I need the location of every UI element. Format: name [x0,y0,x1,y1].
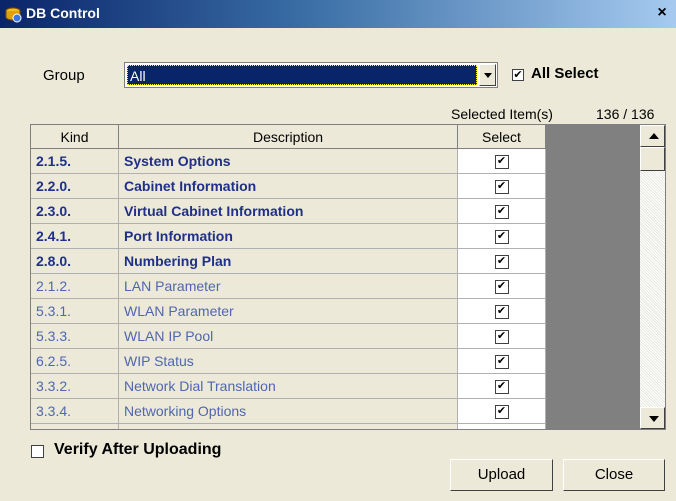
items-table: Kind Description Select 2.1.5. System Opt… [30,124,666,430]
row-select-checkbox[interactable]: ✔ [494,380,509,395]
row-select-checkbox[interactable]: ✔ [494,305,509,320]
all-select-checkbox[interactable]: ✔ [512,69,524,81]
row-select-cell: ✔ [458,174,546,199]
select-column-header[interactable]: Select [458,125,546,149]
row-description: WLAN IP Pool [119,324,458,349]
row-select-checkbox[interactable]: ✔ [494,280,509,295]
row-select-checkbox[interactable]: ✔ [494,255,509,270]
row-select-cell: ✔ [458,299,546,324]
description-column-header[interactable]: Description [119,125,458,149]
row-select-checkbox[interactable]: ✔ [494,230,509,245]
row-description: Numbering Plan [119,249,458,274]
title-bar: DB Control × [0,0,676,28]
group-label: Group [43,67,85,84]
group-dropdown[interactable]: All [124,62,498,88]
kind-column-header[interactable]: Kind [31,125,119,149]
group-selected-value: All [127,65,477,85]
row-select-cell: ✔ [458,249,546,274]
row-kind: 6.2.5. [31,349,119,374]
vertical-scrollbar[interactable] [640,125,665,429]
row-kind: 2.3.0. [31,199,119,224]
row-select-checkbox[interactable]: ✔ [494,330,509,345]
row-select-checkbox[interactable]: ✔ [494,205,509,220]
upload-button[interactable]: Upload [450,459,553,491]
row-select-cell: ✔ [458,349,546,374]
row-select-cell: ✔ [458,424,546,429]
row-kind: 2.1.5. [31,149,119,174]
row-kind: 3.3.4. [31,399,119,424]
row-select-checkbox[interactable]: ✔ [494,155,509,170]
all-select-label: All Select [531,65,599,82]
row-description: Port Information [119,224,458,249]
row-select-cell: ✔ [458,324,546,349]
row-kind: 2.2.0. [31,174,119,199]
row-kind: 3.3.2. [31,374,119,399]
selected-items-label: Selected Item(s) [451,106,553,122]
chevron-down-icon[interactable] [479,64,496,86]
selected-items-count: 136 / 136 [596,106,655,122]
scroll-thumb[interactable] [640,147,665,171]
row-select-checkbox[interactable]: ✔ [494,180,509,195]
row-kind: 5.3.3. [31,324,119,349]
window-title: DB Control [26,5,100,21]
row-kind: 2.8.0. [31,249,119,274]
row-select-cell: ✔ [458,149,546,174]
row-kind: 2.4.1. [31,224,119,249]
row-kind: 4.1.1. [31,424,119,429]
row-description: System Options [119,149,458,174]
row-select-cell: ✔ [458,199,546,224]
row-description: LAN Parameter [119,274,458,299]
scroll-down-icon[interactable] [640,407,665,429]
row-select-checkbox[interactable]: ✔ [494,405,509,420]
close-button[interactable]: Close [563,459,665,491]
row-description: Station Groups [119,424,458,429]
close-icon[interactable]: × [654,4,670,22]
row-description: Network Dial Translation [119,374,458,399]
verify-after-uploading-label: Verify After Uploading [54,441,222,458]
row-description: WLAN Parameter [119,299,458,324]
row-select-cell: ✔ [458,274,546,299]
app-icon [5,7,22,23]
row-select-cell: ✔ [458,399,546,424]
row-kind: 5.3.1. [31,299,119,324]
row-select-cell: ✔ [458,224,546,249]
verify-after-uploading-checkbox[interactable] [31,445,44,458]
row-select-checkbox[interactable]: ✔ [494,355,509,370]
row-kind: 2.1.2. [31,274,119,299]
scroll-up-icon[interactable] [640,125,665,147]
row-description: Cabinet Information [119,174,458,199]
row-description: Networking Options [119,399,458,424]
row-description: Virtual Cabinet Information [119,199,458,224]
row-select-cell: ✔ [458,374,546,399]
row-description: WIP Status [119,349,458,374]
